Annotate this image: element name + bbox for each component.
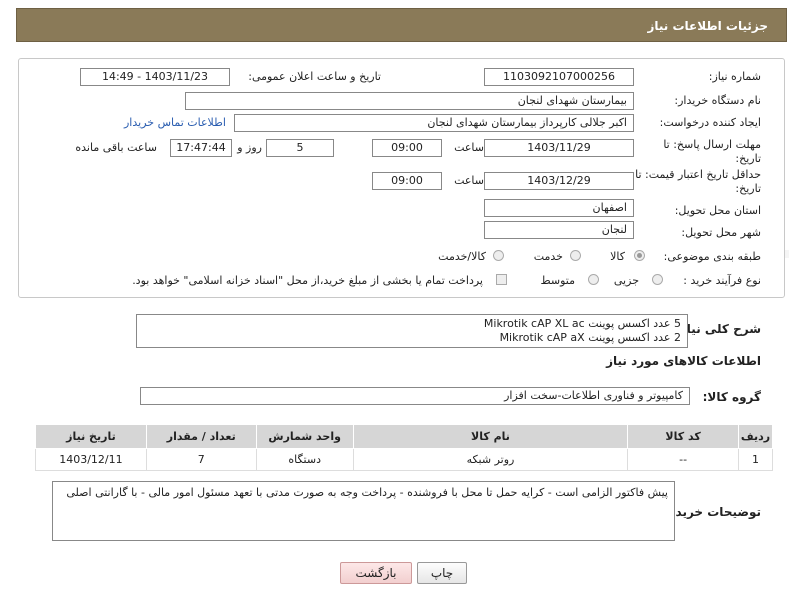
page-title: جزئیات اطلاعات نیاز xyxy=(647,19,768,33)
print-button[interactable]: چاپ xyxy=(417,562,467,584)
cell-name: روتر شبکه xyxy=(352,448,629,471)
deadline-date-field: 1403/11/29 xyxy=(484,139,634,157)
treasury-payment-checkbox[interactable] xyxy=(496,274,507,285)
validity-time-label: ساعت xyxy=(454,174,484,187)
cell-row: 1 xyxy=(738,448,773,471)
category-radio-service[interactable] xyxy=(570,250,581,261)
goods-table-header: ردیف کد کالا نام کالا واحد شمارش تعداد /… xyxy=(35,424,773,449)
province-label: استان محل تحویل: xyxy=(674,204,761,217)
validity-time-field: 09:00 xyxy=(372,172,442,190)
days-remaining-field: 5 xyxy=(266,139,334,157)
buyer-contact-link[interactable]: اطلاعات تماس خریدار xyxy=(124,116,226,129)
process-radio-minor[interactable] xyxy=(652,274,663,285)
col-code: کد کالا xyxy=(627,424,739,449)
category-radio-goods-service[interactable] xyxy=(493,250,504,261)
col-name: نام کالا xyxy=(352,424,629,449)
process-option-medium: متوسط xyxy=(540,274,575,287)
creator-field: اکبر جلالی کارپرداز بیمارستان شهدای لنجا… xyxy=(234,114,634,132)
remaining-time-field: 17:47:44 xyxy=(170,139,232,157)
validity-label-date: تاریخ: xyxy=(735,182,761,195)
cell-date: 1403/12/11 xyxy=(35,448,147,471)
deadline-time-field: 09:00 xyxy=(372,139,442,157)
col-qty: تعداد / مقدار xyxy=(145,424,257,449)
back-button[interactable]: بازگشت xyxy=(340,562,412,584)
buyer-notes-textarea: پیش فاکتور الزامی است - کرایه حمل تا محل… xyxy=(52,481,675,541)
buyer-org-field: بیمارستان شهدای لنجان xyxy=(185,92,634,110)
category-option-goods: کالا xyxy=(610,250,625,263)
cell-qty: 7 xyxy=(145,448,257,471)
col-unit: واحد شمارش xyxy=(255,424,354,449)
category-label: طبقه بندی موضوعی: xyxy=(663,250,761,263)
creator-label: ایجاد کننده درخواست: xyxy=(659,116,761,129)
goods-group-label: گروه کالا: xyxy=(702,390,761,404)
cell-unit: دستگاه xyxy=(255,448,354,471)
summary-line-2: 2 عدد اکسس پوینت Mikrotik cAP aX xyxy=(499,331,681,344)
process-option-minor: جزیی xyxy=(613,274,639,287)
process-label: نوع فرآیند خرید : xyxy=(683,274,761,287)
city-label: شهر محل تحویل: xyxy=(681,226,761,239)
process-radio-medium[interactable] xyxy=(588,274,599,285)
cell-code: -- xyxy=(627,448,739,471)
col-date: تاریخ نیاز xyxy=(35,424,147,449)
need-number-label: شماره نیاز: xyxy=(708,70,761,83)
goods-table: ردیف کد کالا نام کالا واحد شمارش تعداد /… xyxy=(35,424,773,471)
deadline-label: مهلت ارسال پاسخ: تا xyxy=(663,138,761,151)
category-radio-goods[interactable] xyxy=(634,250,645,261)
summary-textarea: 5 عدد اکسس پوینت Mikrotik cAP XL ac 2 عد… xyxy=(136,314,688,348)
validity-label: حداقل تاریخ اعتبار قیمت: تا xyxy=(635,168,761,181)
days-label: روز و xyxy=(237,141,262,154)
buyer-org-label: نام دستگاه خریدار: xyxy=(674,94,761,107)
validity-date-field: 1403/12/29 xyxy=(484,172,634,190)
treasury-payment-note: پرداخت تمام یا بخشی از مبلغ خرید،از محل … xyxy=(132,274,483,287)
announce-label: تاریخ و ساعت اعلان عمومی: xyxy=(248,70,381,83)
goods-section-title: اطلاعات کالاهای مورد نیاز xyxy=(606,354,761,368)
need-number-field: 1103092107000256 xyxy=(484,68,634,86)
table-row: 1 -- روتر شبکه دستگاه 7 1403/12/11 xyxy=(35,448,773,471)
province-field: اصفهان xyxy=(484,199,634,217)
category-option-service: خدمت xyxy=(533,250,563,263)
deadline-label-date: تاریخ: xyxy=(735,152,761,165)
col-row: ردیف xyxy=(738,424,773,449)
city-field: لنجان xyxy=(484,221,634,239)
announce-date-field: 1403/11/23 - 14:49 xyxy=(80,68,230,86)
deadline-time-label: ساعت xyxy=(454,141,484,154)
summary-line-1: 5 عدد اکسس پوینت Mikrotik cAP XL ac xyxy=(483,317,681,330)
goods-group-field: کامپیوتر و فناوری اطلاعات-سخت افزار xyxy=(140,387,690,405)
category-option-goods-service: کالا/خدمت xyxy=(438,250,486,263)
page-header: جزئیات اطلاعات نیاز xyxy=(16,8,787,42)
remaining-label: ساعت باقی مانده xyxy=(75,141,157,154)
